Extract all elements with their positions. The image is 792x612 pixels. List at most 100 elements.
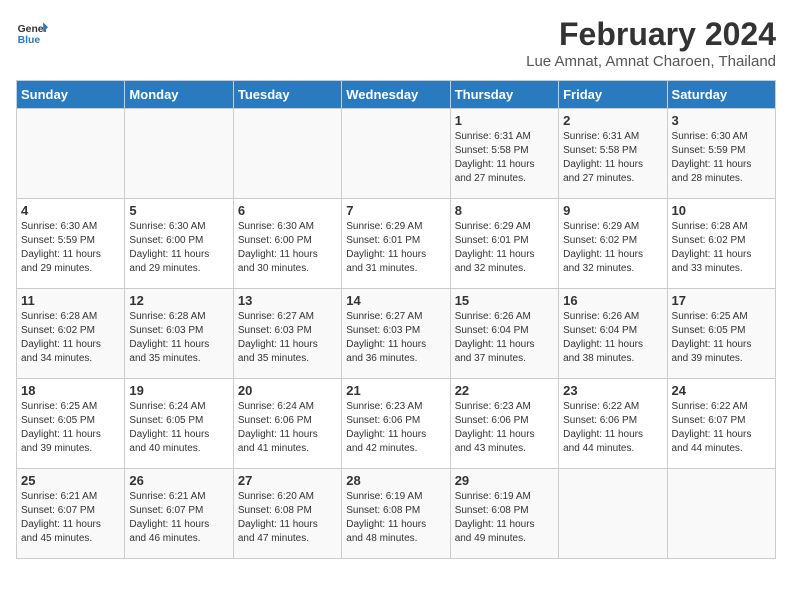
calendar-cell: 13Sunrise: 6:27 AM Sunset: 6:03 PM Dayli…	[233, 289, 341, 379]
day-header-saturday: Saturday	[667, 81, 775, 109]
day-info: Sunrise: 6:23 AM Sunset: 6:06 PM Dayligh…	[455, 400, 554, 456]
day-number: 17	[672, 293, 771, 308]
day-number: 7	[346, 203, 445, 218]
calendar-cell: 1 Sunrise: 6:31 AM Sunset: 5:58 PM Daylig…	[450, 109, 558, 199]
calendar-cell: 19 Sunrise: 6:24 AM Sunset: 6:05 PM Dayli…	[125, 379, 233, 469]
header: General Blue February 2024 Lue Amnat, Am…	[16, 16, 776, 70]
day-info: Sunrise: 6:21 AM Sunset: 6:07 PM Dayligh…	[129, 490, 228, 546]
day-number: 3	[672, 113, 771, 128]
calendar-cell: 6 Sunrise: 6:30 AM Sunset: 6:00 PM Daylig…	[233, 199, 341, 289]
calendar-cell: 16 Sunrise: 6:26 AM Sunset: 6:04 PM Dayli…	[559, 289, 667, 379]
day-header-thursday: Thursday	[450, 81, 558, 109]
day-info: Sunrise: 6:26 AM Sunset: 6:04 PM Dayligh…	[563, 310, 662, 366]
calendar-cell: 9 Sunrise: 6:29 AM Sunset: 6:02 PM Daylig…	[559, 199, 667, 289]
logo: General Blue	[16, 16, 48, 48]
calendar-table: SundayMondayTuesdayWednesdayThursdayFrid…	[16, 80, 776, 559]
day-number: 28	[346, 473, 445, 488]
day-number: 16	[563, 293, 662, 308]
week-row-0: 1 Sunrise: 6:31 AM Sunset: 5:58 PM Daylig…	[17, 109, 776, 199]
day-info: Sunrise: 6:28 AM Sunset: 6:03 PM Dayligh…	[129, 310, 228, 366]
day-number: 19	[129, 383, 228, 398]
calendar-cell	[17, 109, 125, 199]
day-info: Sunrise: 6:29 AM Sunset: 6:01 PM Dayligh…	[455, 220, 554, 276]
calendar-cell: 26 Sunrise: 6:21 AM Sunset: 6:07 PM Dayli…	[125, 469, 233, 559]
day-info: Sunrise: 6:30 AM Sunset: 6:00 PM Dayligh…	[129, 220, 228, 276]
calendar-cell: 7 Sunrise: 6:29 AM Sunset: 6:01 PM Daylig…	[342, 199, 450, 289]
day-info: Sunrise: 6:20 AM Sunset: 6:08 PM Dayligh…	[238, 490, 337, 546]
day-number: 10	[672, 203, 771, 218]
day-info: Sunrise: 6:31 AM Sunset: 5:58 PM Dayligh…	[563, 130, 662, 186]
week-row-2: 11 Sunrise: 6:28 AM Sunset: 6:02 PM Dayli…	[17, 289, 776, 379]
day-number: 15	[455, 293, 554, 308]
day-number: 22	[455, 383, 554, 398]
day-number: 11	[21, 293, 120, 308]
day-header-sunday: Sunday	[17, 81, 125, 109]
calendar-cell: 4 Sunrise: 6:30 AM Sunset: 5:59 PM Daylig…	[17, 199, 125, 289]
title-area: February 2024 Lue Amnat, Amnat Charoen, …	[526, 16, 776, 70]
calendar-cell: 18 Sunrise: 6:25 AM Sunset: 6:05 PM Dayli…	[17, 379, 125, 469]
day-info: Sunrise: 6:30 AM Sunset: 5:59 PM Dayligh…	[672, 130, 771, 186]
day-info: Sunrise: 6:30 AM Sunset: 6:00 PM Dayligh…	[238, 220, 337, 276]
calendar-cell: 28 Sunrise: 6:19 AM Sunset: 6:08 PM Dayli…	[342, 469, 450, 559]
day-number: 18	[21, 383, 120, 398]
logo-icon: General Blue	[16, 16, 48, 48]
page-title: February 2024	[526, 16, 776, 53]
day-number: 26	[129, 473, 228, 488]
calendar-cell: 25 Sunrise: 6:21 AM Sunset: 6:07 PM Dayli…	[17, 469, 125, 559]
day-info: Sunrise: 6:26 AM Sunset: 6:04 PM Dayligh…	[455, 310, 554, 366]
day-info: Sunrise: 6:25 AM Sunset: 6:05 PM Dayligh…	[21, 400, 120, 456]
week-row-4: 25 Sunrise: 6:21 AM Sunset: 6:07 PM Dayli…	[17, 469, 776, 559]
day-number: 8	[455, 203, 554, 218]
day-info: Sunrise: 6:24 AM Sunset: 6:05 PM Dayligh…	[129, 400, 228, 456]
calendar-cell: 5 Sunrise: 6:30 AM Sunset: 6:00 PM Daylig…	[125, 199, 233, 289]
day-header-friday: Friday	[559, 81, 667, 109]
day-info: Sunrise: 6:30 AM Sunset: 5:59 PM Dayligh…	[21, 220, 120, 276]
calendar-cell: 21 Sunrise: 6:23 AM Sunset: 6:06 PM Dayli…	[342, 379, 450, 469]
calendar-cell: 29 Sunrise: 6:19 AM Sunset: 6:08 PM Dayli…	[450, 469, 558, 559]
calendar-cell: 10 Sunrise: 6:28 AM Sunset: 6:02 PM Dayli…	[667, 199, 775, 289]
calendar-cell: 12Sunrise: 6:28 AM Sunset: 6:03 PM Dayli…	[125, 289, 233, 379]
day-info: Sunrise: 6:22 AM Sunset: 6:07 PM Dayligh…	[672, 400, 771, 456]
day-info: Sunrise: 6:23 AM Sunset: 6:06 PM Dayligh…	[346, 400, 445, 456]
day-info: Sunrise: 6:25 AM Sunset: 6:05 PM Dayligh…	[672, 310, 771, 366]
calendar-cell: 2 Sunrise: 6:31 AM Sunset: 5:58 PM Daylig…	[559, 109, 667, 199]
day-number: 4	[21, 203, 120, 218]
week-row-3: 18 Sunrise: 6:25 AM Sunset: 6:05 PM Dayli…	[17, 379, 776, 469]
day-number: 21	[346, 383, 445, 398]
day-info: Sunrise: 6:24 AM Sunset: 6:06 PM Dayligh…	[238, 400, 337, 456]
calendar-cell	[125, 109, 233, 199]
day-number: 2	[563, 113, 662, 128]
day-number: 24	[672, 383, 771, 398]
header-row: SundayMondayTuesdayWednesdayThursdayFrid…	[17, 81, 776, 109]
week-row-1: 4 Sunrise: 6:30 AM Sunset: 5:59 PM Daylig…	[17, 199, 776, 289]
day-info: Sunrise: 6:29 AM Sunset: 6:01 PM Dayligh…	[346, 220, 445, 276]
svg-text:Blue: Blue	[18, 35, 41, 46]
calendar-cell: 24 Sunrise: 6:22 AM Sunset: 6:07 PM Dayli…	[667, 379, 775, 469]
day-info: Sunrise: 6:28 AM Sunset: 6:02 PM Dayligh…	[21, 310, 120, 366]
day-number: 23	[563, 383, 662, 398]
day-number: 25	[21, 473, 120, 488]
day-number: 20	[238, 383, 337, 398]
day-info: Sunrise: 6:21 AM Sunset: 6:07 PM Dayligh…	[21, 490, 120, 546]
calendar-cell: 23Sunrise: 6:22 AM Sunset: 6:06 PM Dayli…	[559, 379, 667, 469]
day-header-monday: Monday	[125, 81, 233, 109]
day-number: 9	[563, 203, 662, 218]
calendar-cell	[342, 109, 450, 199]
day-info: Sunrise: 6:19 AM Sunset: 6:08 PM Dayligh…	[455, 490, 554, 546]
day-info: Sunrise: 6:19 AM Sunset: 6:08 PM Dayligh…	[346, 490, 445, 546]
day-info: Sunrise: 6:29 AM Sunset: 6:02 PM Dayligh…	[563, 220, 662, 276]
calendar-cell	[233, 109, 341, 199]
day-number: 6	[238, 203, 337, 218]
day-number: 13	[238, 293, 337, 308]
day-number: 5	[129, 203, 228, 218]
day-info: Sunrise: 6:28 AM Sunset: 6:02 PM Dayligh…	[672, 220, 771, 276]
calendar-cell: 15 Sunrise: 6:26 AM Sunset: 6:04 PM Dayli…	[450, 289, 558, 379]
page-subtitle: Lue Amnat, Amnat Charoen, Thailand	[526, 53, 776, 70]
day-number: 29	[455, 473, 554, 488]
calendar-cell	[559, 469, 667, 559]
day-number: 1	[455, 113, 554, 128]
day-info: Sunrise: 6:31 AM Sunset: 5:58 PM Dayligh…	[455, 130, 554, 186]
calendar-cell: 3 Sunrise: 6:30 AM Sunset: 5:59 PM Daylig…	[667, 109, 775, 199]
calendar-cell: 27Sunrise: 6:20 AM Sunset: 6:08 PM Dayli…	[233, 469, 341, 559]
calendar-cell: 20 Sunrise: 6:24 AM Sunset: 6:06 PM Dayli…	[233, 379, 341, 469]
